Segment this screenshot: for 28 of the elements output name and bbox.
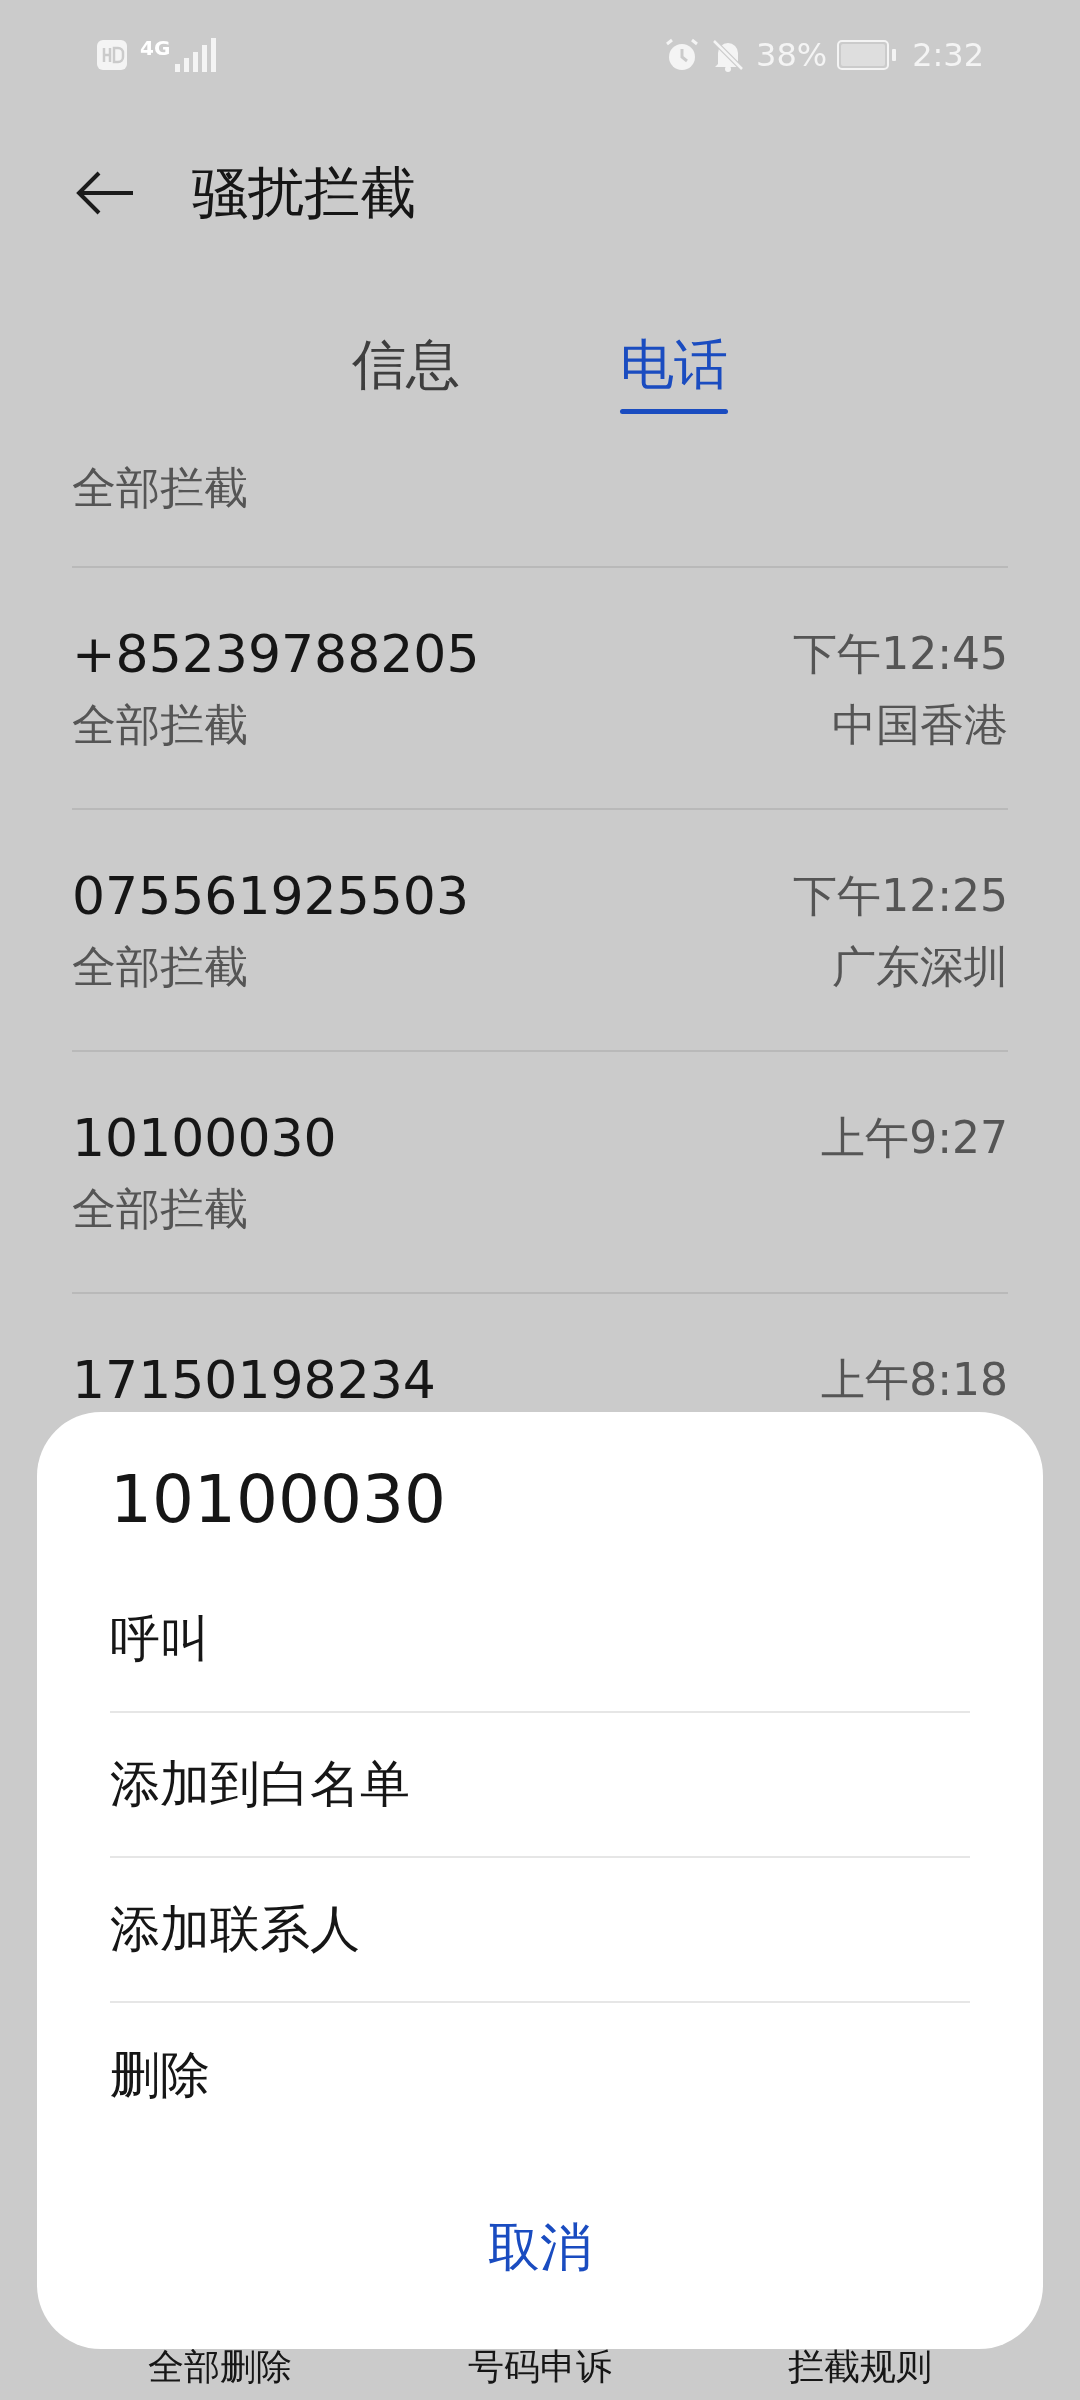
call-location: 广东深圳 — [832, 940, 1008, 994]
call-time: 上午8:18 — [821, 1353, 1008, 1407]
tab[interactable]: 信息 — [352, 335, 460, 468]
block-type: 全部拦截 — [72, 698, 249, 752]
block-type: 全部拦截 — [72, 940, 249, 994]
phone-number: 17150198234 — [72, 1349, 436, 1411]
sheet-action[interactable]: 添加联系人 — [110, 1858, 970, 2003]
page-title: 骚扰拦截 — [192, 158, 416, 227]
phone-number: 075561925503 — [72, 865, 469, 927]
hd-icon — [96, 39, 128, 71]
cancel-button[interactable]: 取消 — [468, 2198, 612, 2296]
sheet-title: 10100030 — [110, 1460, 447, 1540]
filter-dropdown[interactable]: 全部拦截 — [72, 458, 248, 518]
sheet-action[interactable]: 呼叫 — [110, 1568, 970, 1713]
sheet-action[interactable]: 添加到白名单 — [110, 1713, 970, 1858]
tab[interactable]: 电话 — [620, 335, 728, 468]
alarm-icon — [664, 37, 700, 73]
call-time: 下午12:45 — [793, 627, 1008, 681]
call-time: 上午9:27 — [821, 1111, 1008, 1165]
call-time: 下午12:25 — [793, 869, 1008, 923]
block-type: 全部拦截 — [72, 1182, 249, 1236]
battery-icon — [837, 40, 897, 70]
phone-number: +85239788205 — [72, 623, 480, 685]
sheet-action[interactable]: 删除 — [110, 2003, 970, 2148]
call-location: 中国香港 — [832, 698, 1008, 752]
phone-number: 10100030 — [72, 1107, 337, 1169]
back-arrow-icon — [75, 170, 135, 215]
muted-bell-icon — [710, 37, 746, 73]
